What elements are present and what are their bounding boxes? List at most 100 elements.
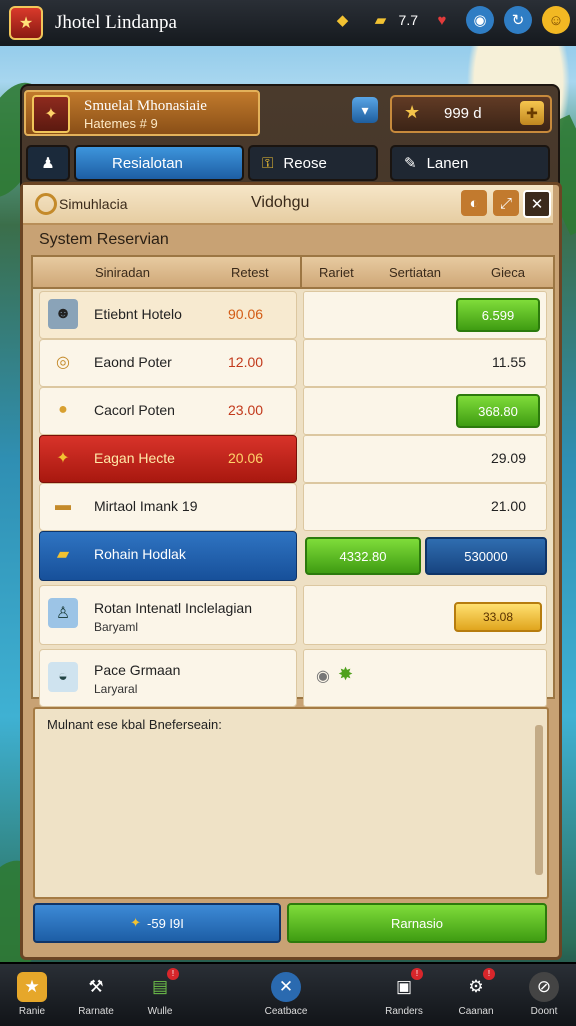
gold-star-icon: ★ (404, 102, 421, 122)
top-status-bar: ★ Jhotel Lindanpa ◆ ▰ 7.7 ♥ ◉ ↻ ☺ (0, 0, 576, 46)
profile-name: Smuelal Mhonasiaie (84, 98, 207, 114)
notes-scrollbar[interactable] (535, 725, 543, 875)
toggle-icon[interactable]: ◉ (316, 666, 330, 686)
tab-reservation[interactable]: Resialotan (74, 145, 244, 181)
nav-item-center[interactable]: ✕ Ceatbace (254, 970, 318, 1024)
close-icon[interactable]: ✕ (523, 190, 551, 218)
tab-clean[interactable]: ✎ Lanen (390, 145, 550, 181)
currency-counter: 7.7 (398, 12, 418, 28)
row-value: 11.55 (492, 354, 526, 370)
row-action-cell: 29.09 (303, 435, 547, 483)
bread-icon: ▬ (55, 497, 71, 514)
hotel-logo-icon: ★ (9, 6, 43, 40)
notification-badge: ! (167, 968, 179, 980)
add-gold-icon[interactable]: ✚ (520, 101, 544, 125)
col-header-name: Siniradan (95, 265, 150, 280)
row-price: 20.06 (228, 450, 264, 466)
notification-badge: ! (411, 968, 423, 980)
app-title: Jhotel Lindanpa (55, 12, 177, 33)
gold-balance: ★ 999 d ✚ (390, 95, 552, 133)
table-header: Siniradan Retest Rariet Sertiatan Gieca (33, 257, 553, 289)
nav-item-home[interactable]: ★ Ranie (0, 970, 64, 1024)
clock-icon (35, 193, 57, 215)
home-icon: ★ (17, 972, 47, 1002)
col-header-rate: Retest (231, 265, 269, 280)
nav-item-wallet[interactable]: ▤! Wulle (128, 968, 192, 1024)
row-name: Etiebnt Hotelo (94, 306, 182, 322)
table-row-highlighted[interactable]: ✦ Eagan Hecte 20.06 (39, 435, 297, 483)
gold-cost-button[interactable]: 33.08 (454, 602, 542, 632)
smiley-icon[interactable]: ☺ (542, 6, 570, 34)
nav-label: Wulle (147, 1006, 173, 1017)
bottom-navigation: ★ Ranie ⚒ Rarnate ▤! Wulle ✕ Ceatbace ▣!… (0, 962, 576, 1026)
confirm-button[interactable]: 4332.80 (305, 537, 421, 575)
nav-label: Ceatbace (264, 1006, 308, 1017)
tab-bar: ♟ Resialotan ⚿ Reose ✎ Lanen (26, 145, 550, 181)
col-header-price: Gieca (491, 265, 525, 280)
notification-badge: ! (483, 968, 495, 980)
money-stack-icon: ▤! (145, 968, 179, 1002)
table-row[interactable]: ▬ Mirtaol Imank 19 (39, 483, 297, 531)
row-name: Eaond Poter (94, 354, 172, 370)
nav-label: Doont (530, 1006, 558, 1017)
cost-button[interactable]: ✦ -59 I9I (33, 903, 281, 943)
top-currency-area: ◆ ▰ 7.7 ♥ ◉ ↻ ☺ (329, 6, 570, 34)
diamond-icon[interactable]: ◆ (329, 6, 357, 34)
dialog-left-title: Simuhlacia (59, 196, 128, 212)
nav-item-exit[interactable]: ⊘ Doont (512, 970, 576, 1024)
gold-bars-icon[interactable]: ▰ (367, 6, 395, 34)
gear-icon: ⚙! (461, 968, 495, 1002)
notes-area[interactable]: Mulnant ese kbal Bneferseain: (33, 707, 549, 899)
tab-person-icon[interactable]: ♟ (26, 145, 70, 181)
tab-rooms[interactable]: ⚿ Reose (248, 145, 378, 181)
table-row-selected[interactable]: ▰ Rohain Hodlak (39, 531, 297, 581)
book-button[interactable]: 368.80 (456, 394, 540, 428)
table-row[interactable]: ● Cacorl Poten 23.00 (39, 387, 297, 435)
row-action-cell: ◉ ✸ (303, 649, 547, 707)
nav-item-build[interactable]: ⚒ Rarnate (64, 970, 128, 1024)
dialog-footer: ✦ -59 I9I Rarnasio (33, 903, 549, 947)
reservation-table: Siniradan Retest Rariet Sertiatan Gieca … (31, 255, 555, 707)
row-value: 29.09 (490, 450, 526, 466)
table-row[interactable]: ☻ Etiebnt Hotelo 90.06 (39, 291, 297, 339)
refresh-icon[interactable]: ↻ (504, 6, 532, 34)
info-button[interactable]: ◐ (461, 190, 487, 216)
reserve-button[interactable]: Rarnasio (287, 903, 547, 943)
table-row[interactable]: ♙ Rotan Intenatl Inclelagian Baryaml (39, 585, 297, 645)
table-row[interactable]: ◎ Eaond Poter 12.00 (39, 339, 297, 387)
nav-item-settings[interactable]: ⚙! Caanan (444, 968, 508, 1024)
dialog-titlebar: Simuhlacia Vidohgu ◐ ⤢ ✕ (23, 185, 553, 225)
profile-card[interactable]: ✦ Smuelal Mhonasiaie Hatemes # 9 (24, 90, 260, 136)
globe-icon[interactable]: ◉ (466, 6, 494, 34)
dialog-center-title: Vidohgu (251, 194, 310, 211)
notes-label: Mulnant ese kbal Bneferseain: (47, 717, 222, 732)
nav-item-orders[interactable]: ▣! Randers (372, 968, 436, 1024)
row-action-cell: 368.80 (303, 387, 547, 435)
dialog-subtitle: System Reservian (39, 231, 169, 248)
key-icon: ⚿ (262, 154, 274, 172)
briefcase-icon: ▣! (389, 968, 423, 1002)
gear-green-icon[interactable]: ✸ (338, 664, 353, 685)
person-icon: ♟ (41, 155, 55, 172)
exit-icon: ⊘ (529, 972, 559, 1002)
folder-icon: ▰ (56, 546, 70, 563)
nav-label: Randers (385, 1006, 423, 1017)
row-name: Rohain Hodlak (94, 546, 186, 562)
row-name: Cacorl Poten (94, 402, 175, 418)
compass-icon: ✕ (271, 972, 301, 1002)
cost-button-label: -59 I9I (147, 915, 184, 931)
row-subtitle: Baryaml (94, 620, 139, 634)
book-button[interactable]: 6.599 (456, 298, 540, 332)
row-action-cell: 11.55 (303, 339, 547, 387)
table-row[interactable]: ◒ Pace Grmaan Laryaral (39, 649, 297, 707)
tab-clean-label: Lanen (426, 154, 469, 172)
chevron-down-icon[interactable]: ▾ (352, 97, 378, 123)
bellboy-icon: ♙ (48, 598, 78, 628)
fullscreen-button[interactable]: ⤢ (493, 190, 519, 216)
hotel-crest-icon: ✦ (32, 95, 70, 133)
pay-button[interactable]: 530000 (425, 537, 547, 575)
heart-icon[interactable]: ♥ (428, 6, 456, 34)
profile-subtitle: Hatemes # 9 (84, 116, 158, 131)
hammer-icon: ⚒ (88, 977, 104, 996)
coins-icon: ● (58, 401, 68, 418)
